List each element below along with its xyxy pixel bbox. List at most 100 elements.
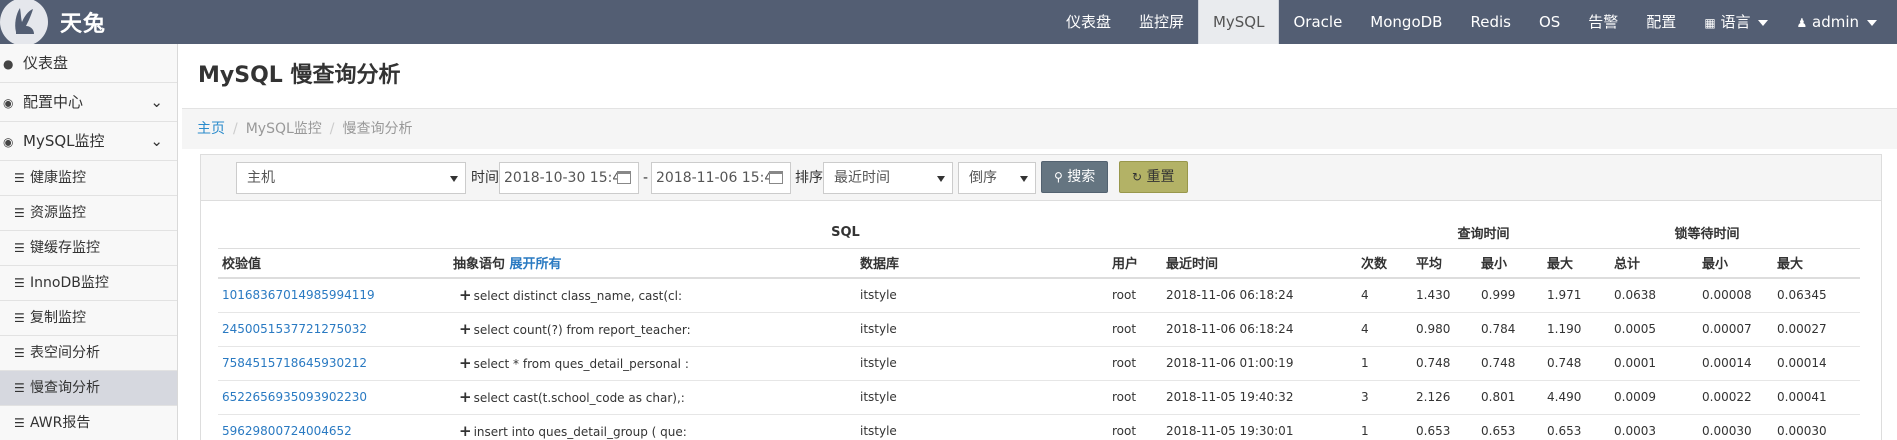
sidebar-item-health[interactable]: ☰ 健康监控	[0, 161, 177, 196]
sql-cell[interactable]: + select cast(t.school_code as char),:	[449, 380, 856, 415]
column-header[interactable]: 总计	[1610, 247, 1698, 279]
sql-cell[interactable]: + select count(?) from report_teacher:	[449, 312, 856, 347]
sidebar-item-replication[interactable]: ☰ 复制监控	[0, 301, 177, 336]
cell-db: itstyle	[856, 312, 1108, 347]
chevron-down-icon: ⌄	[150, 132, 163, 150]
cell-lock-max: 0.00041	[1773, 380, 1860, 415]
checksum-link[interactable]: 2450051537721275032	[218, 312, 449, 347]
nav-user-menu[interactable]: ♟ admin	[1782, 0, 1897, 44]
time-to-input[interactable]: 2018-11-06 15:42	[651, 162, 791, 194]
cell-lock-max: 0.06345	[1773, 278, 1860, 313]
cell-lock-max: 0.00030	[1773, 414, 1860, 440]
breadcrumb-section[interactable]: MySQL监控	[246, 121, 322, 137]
sql-cell[interactable]: + select * from ques_detail_personal :	[449, 346, 856, 381]
column-header[interactable]: 校验值	[218, 247, 449, 279]
sidebar-item-config-center[interactable]: ◉ 配置中心 ⌄	[0, 83, 177, 122]
calendar-icon[interactable]	[617, 171, 631, 184]
table-row: 7584515718645930212 + select * from ques_d…	[218, 346, 1860, 381]
sidebar-item-key-cache[interactable]: ☰ 键缓存监控	[0, 231, 177, 266]
column-header[interactable]: 数据库	[856, 247, 1108, 279]
page-title: MySQL 慢查询分析	[198, 63, 401, 88]
refresh-icon: ↻	[1132, 170, 1143, 184]
sidebar-item-label: 仪表盘	[23, 54, 69, 72]
cell-db: itstyle	[856, 278, 1108, 313]
checksum-link[interactable]: 59629800724004652	[218, 414, 449, 440]
cell-lock-total: 0.0005	[1610, 312, 1698, 347]
list-icon: ☰	[14, 346, 25, 360]
sidebar-item-mysql-monitor[interactable]: ◉ MySQL监控 ⌄	[0, 122, 177, 161]
sidebar-item-tablespace[interactable]: ☰ 表空间分析	[0, 336, 177, 371]
expand-all-link[interactable]: 展开所有	[510, 257, 562, 272]
cell-user: root	[1108, 312, 1162, 347]
nav-config[interactable]: 配置	[1632, 0, 1690, 44]
caret-down-icon	[1020, 176, 1028, 182]
cell-min: 0.801	[1477, 380, 1543, 415]
host-select[interactable]: 主机	[236, 162, 466, 194]
expand-plus-icon[interactable]: +	[459, 388, 472, 406]
checksum-link[interactable]: 10168367014985994119	[218, 278, 449, 313]
sidebar-item-resource[interactable]: ☰ 资源监控	[0, 196, 177, 231]
expand-plus-icon[interactable]: +	[459, 320, 472, 338]
breadcrumb-home[interactable]: 主页	[197, 121, 225, 137]
checksum-link[interactable]: 7584515718645930212	[218, 346, 449, 381]
sidebar-item-dashboard[interactable]: ● 仪表盘	[0, 44, 177, 83]
table-row: 59629800724004652 + insert into ques_detai…	[218, 414, 1860, 440]
column-header-sql[interactable]: 抽象语句 展开所有	[449, 247, 856, 279]
column-header[interactable]: 最大	[1543, 247, 1610, 279]
cell-last: 2018-11-06 01:00:19	[1162, 346, 1357, 381]
nav-dashboard[interactable]: 仪表盘	[1052, 0, 1125, 44]
sql-cell[interactable]: + insert into ques_detail_group ( que:	[449, 414, 856, 440]
column-header[interactable]: 最大	[1773, 247, 1860, 279]
cell-last: 2018-11-05 19:40:32	[1162, 380, 1357, 415]
cell-lock-min: 0.00030	[1698, 414, 1773, 440]
sql-cell[interactable]: + select distinct class_name, cast(cl:	[449, 278, 856, 313]
sidebar-item-innodb[interactable]: ☰ InnoDB监控	[0, 266, 177, 301]
order-select[interactable]: 倒序	[958, 162, 1036, 194]
nav-alerts[interactable]: 告警	[1574, 0, 1632, 44]
time-label: 时间	[471, 170, 499, 186]
sidebar-item-label: InnoDB监控	[30, 275, 109, 291]
column-header[interactable]: 平均	[1412, 247, 1477, 279]
rabbit-logo-icon	[0, 0, 48, 46]
brand[interactable]: 天兔	[0, 0, 106, 46]
column-header[interactable]: 用户	[1108, 247, 1162, 279]
search-button[interactable]: ⚲ 搜索	[1041, 161, 1109, 193]
cell-max: 4.490	[1543, 380, 1610, 415]
reset-button[interactable]: ↻ 重置	[1119, 161, 1188, 193]
expand-plus-icon[interactable]: +	[459, 354, 472, 372]
column-header[interactable]: 次数	[1357, 247, 1412, 279]
column-header[interactable]: 最近时间	[1162, 247, 1357, 279]
column-header[interactable]: 最小	[1477, 247, 1543, 279]
nav-language-menu[interactable]: ▦ 语言	[1690, 0, 1782, 44]
calendar-icon[interactable]	[769, 171, 783, 184]
nav-monitor-screen[interactable]: 监控屏	[1125, 0, 1198, 44]
cell-lock-total: 0.0003	[1610, 414, 1698, 440]
host-select-value: 主机	[247, 170, 275, 186]
grid-icon: ▦	[1704, 16, 1716, 30]
column-header[interactable]: 最小	[1698, 247, 1773, 279]
nav-oracle[interactable]: Oracle	[1279, 0, 1356, 44]
checksum-link[interactable]: 6522656935093902230	[218, 380, 449, 415]
caret-down-icon	[1758, 19, 1769, 26]
cell-lock-total: 0.0638	[1610, 278, 1698, 313]
order-value: 倒序	[969, 170, 997, 186]
list-icon: ☰	[14, 171, 25, 185]
column-header-label: 抽象语句	[453, 257, 506, 273]
sort-by-select[interactable]: 最近时间	[823, 162, 953, 194]
user-icon: ♟	[1796, 16, 1808, 30]
nav-mysql[interactable]: MySQL	[1197, 0, 1280, 44]
nav-os[interactable]: OS	[1525, 0, 1574, 44]
sidebar-item-awr-report[interactable]: ☰ AWR报告	[0, 406, 177, 440]
expand-plus-icon[interactable]: +	[459, 422, 472, 440]
sql-text: select distinct class_name, cast(cl:	[473, 289, 683, 304]
sort-by-value: 最近时间	[834, 170, 890, 186]
list-icon: ☰	[14, 381, 25, 395]
time-from-input[interactable]: 2018-10-30 15:42	[499, 162, 639, 194]
sidebar-item-slow-query[interactable]: ☰ 慢查询分析	[0, 371, 177, 406]
nav-redis[interactable]: Redis	[1456, 0, 1524, 44]
nav-mongodb[interactable]: MongoDB	[1356, 0, 1456, 44]
breadcrumb-separator: /	[329, 121, 335, 137]
expand-plus-icon[interactable]: +	[459, 286, 472, 304]
time-range-dash: -	[643, 170, 649, 186]
sidebar-item-label: 健康监控	[30, 170, 86, 186]
